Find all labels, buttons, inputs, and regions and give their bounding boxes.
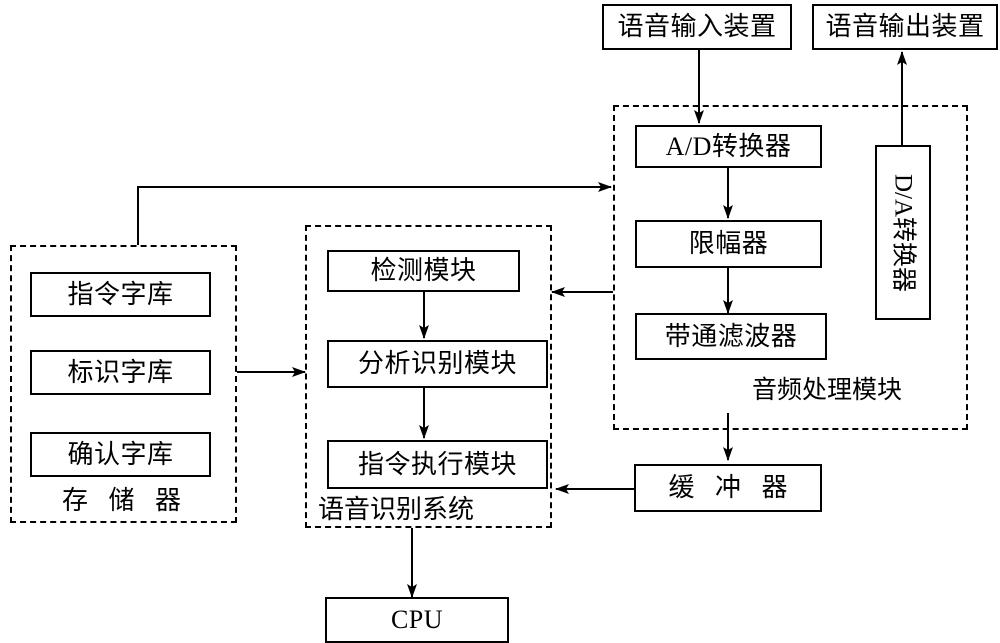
audio-processing-module-label: 音频处理模块 [752, 377, 903, 404]
identification-lexicon-box[interactable]: 标识字库 [30, 350, 211, 395]
buffer-box[interactable]: 缓 冲 器 [634, 464, 822, 512]
confirmation-lexicon-box[interactable]: 确认字库 [30, 432, 211, 477]
da-converter-label: D/A转换器 [889, 173, 917, 292]
ad-converter-box[interactable]: A/D转换器 [635, 125, 822, 168]
da-converter-box[interactable]: D/A转换器 [875, 145, 931, 320]
command-execution-module-box[interactable]: 指令执行模块 [327, 440, 548, 489]
bandpass-filter-box[interactable]: 带通滤波器 [635, 313, 827, 360]
cpu-box[interactable]: CPU [325, 597, 509, 643]
voice-output-device-box[interactable]: 语音输出装置 [812, 4, 998, 50]
analysis-recognition-module-box[interactable]: 分析识别模块 [327, 340, 548, 388]
command-lexicon-box[interactable]: 指令字库 [30, 272, 211, 317]
speech-recognition-system-label: 语音识别系统 [318, 495, 475, 524]
diagram-canvas: 语音输入装置 语音输出装置 A/D转换器 限幅器 带通滤波器 D/A转换器 音频… [0, 0, 1000, 643]
storage-module-label: 存 储 器 [62, 486, 189, 515]
detection-module-box[interactable]: 检测模块 [327, 250, 520, 292]
voice-input-device-box[interactable]: 语音输入装置 [602, 4, 792, 50]
limiter-box[interactable]: 限幅器 [635, 220, 822, 268]
